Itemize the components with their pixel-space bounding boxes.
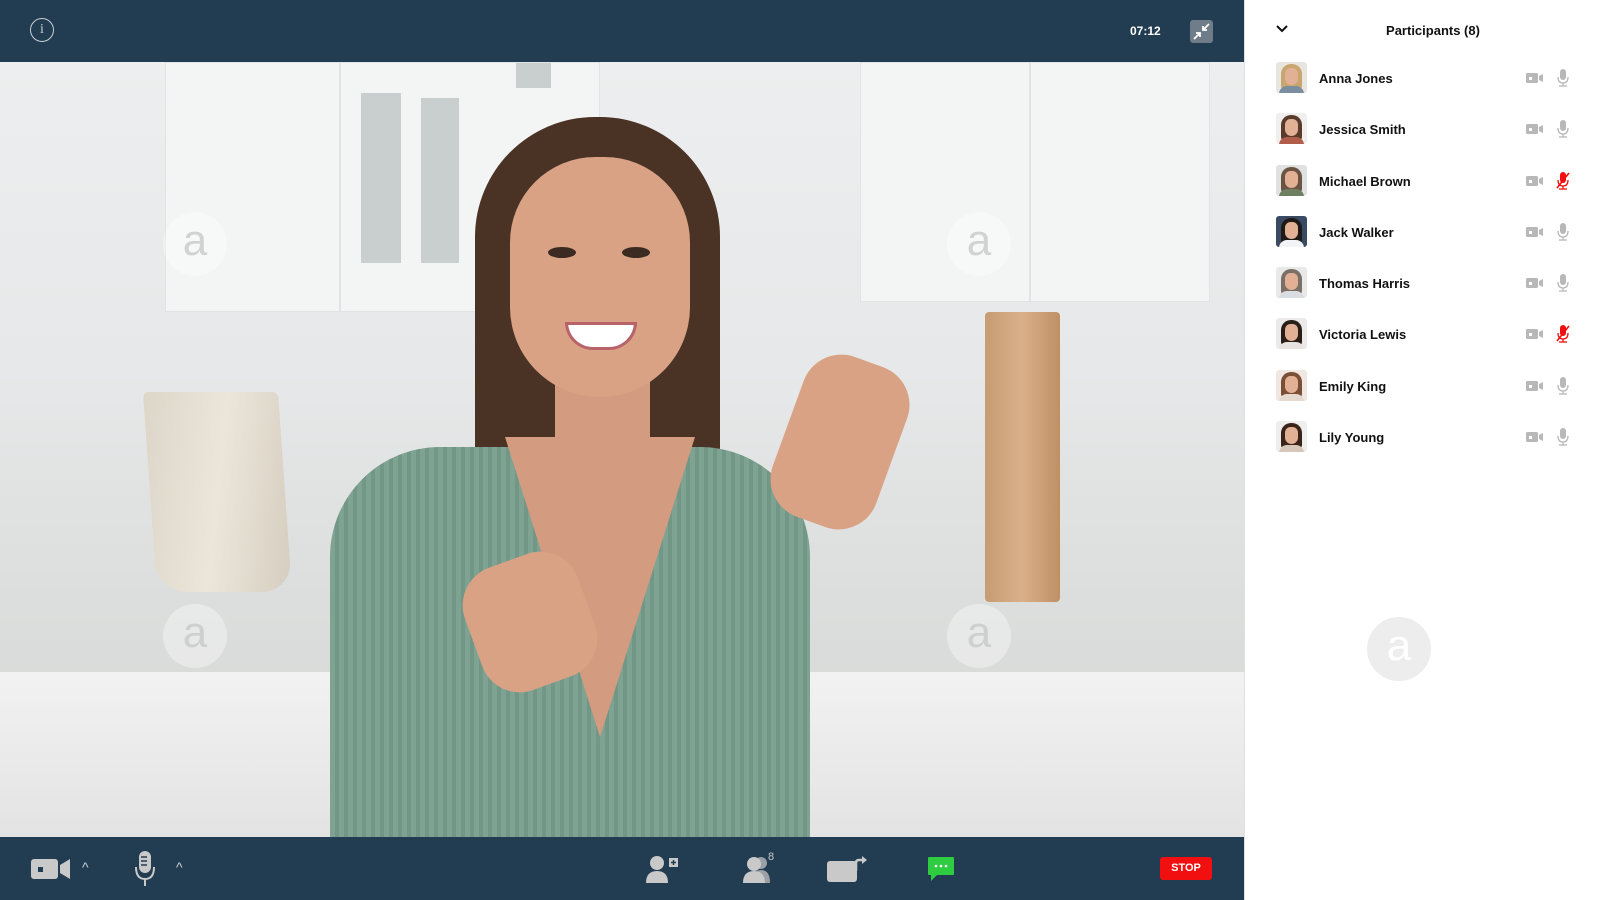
main-video-area: i 07:12 a a a a ^ ^ 8 STOP — [0, 0, 1244, 900]
participant-avatar — [1276, 267, 1307, 299]
bottom-toolbar: ^ ^ 8 STOP — [0, 837, 1244, 900]
participant-microphone-icon[interactable] — [1556, 68, 1570, 87]
participant-name: Anna Jones — [1319, 71, 1393, 86]
participant-name: Jessica Smith — [1319, 122, 1406, 138]
microphone-muted-icon[interactable] — [1556, 171, 1570, 190]
participant-camera-icon[interactable] — [1526, 277, 1544, 289]
participant-avatar — [1276, 62, 1307, 93]
chat-icon — [928, 857, 954, 881]
participant-avatar — [1276, 215, 1307, 247]
participant-camera-icon[interactable] — [1526, 328, 1544, 340]
participant-microphone-icon[interactable] — [1556, 119, 1570, 138]
watermark-logo: a — [163, 212, 227, 276]
share-screen-button[interactable] — [826, 855, 868, 883]
participants-panel-title: Participants (8) — [1386, 23, 1480, 38]
info-icon[interactable]: i — [30, 18, 54, 42]
participant-row[interactable]: Anna Jones — [1245, 58, 1600, 109]
participant-camera-icon[interactable] — [1526, 123, 1544, 135]
invite-participant-button[interactable] — [645, 855, 679, 883]
participants-count-badge: 8 — [768, 851, 775, 863]
microphone-muted-icon[interactable] — [1556, 324, 1570, 344]
camera-toggle-button[interactable] — [30, 855, 72, 883]
microphone-options-caret[interactable]: ^ — [176, 859, 183, 875]
microphone-toggle-button[interactable] — [134, 849, 156, 887]
participant-avatar — [1276, 113, 1307, 145]
participant-microphone-icon[interactable] — [1556, 376, 1570, 395]
cutting-board — [985, 312, 1060, 602]
participant-camera-icon[interactable] — [1526, 175, 1544, 187]
add-participant-icon — [646, 856, 678, 883]
stop-button[interactable]: STOP — [1160, 857, 1212, 880]
participant-name: Jack Walker — [1319, 224, 1394, 240]
share-screen-icon — [827, 856, 867, 882]
participants-panel: Participants (8) Anna Jones Jessica Smith… — [1244, 0, 1600, 900]
camera-options-caret[interactable]: ^ — [82, 859, 89, 875]
participant-camera-icon[interactable] — [1526, 226, 1544, 238]
participant-camera-icon[interactable] — [1526, 380, 1544, 392]
participant-camera-icon[interactable] — [1526, 72, 1544, 84]
participant-avatar — [1276, 318, 1307, 350]
participant-microphone-icon[interactable] — [1556, 222, 1570, 241]
participant-avatar — [1276, 164, 1307, 196]
speaker-person — [330, 117, 930, 837]
exit-fullscreen-button[interactable] — [1190, 20, 1213, 43]
watermark-logo: a — [163, 604, 227, 668]
participant-avatar — [1276, 369, 1307, 401]
watermark-logo: a — [1367, 617, 1431, 681]
towel — [143, 392, 292, 592]
participant-name: Michael Brown — [1319, 173, 1411, 189]
watermark-logo: a — [947, 212, 1011, 276]
participant-row[interactable]: Lily Young — [1245, 417, 1600, 468]
exit-fullscreen-icon — [1193, 23, 1210, 40]
participant-camera-icon[interactable] — [1526, 431, 1544, 443]
chat-button[interactable] — [927, 856, 955, 882]
speaker-video: a a a a — [0, 62, 1244, 837]
participant-name: Emily King — [1319, 378, 1387, 394]
participant-microphone-icon[interactable] — [1556, 273, 1570, 292]
participant-row[interactable]: Thomas Harris — [1245, 263, 1600, 314]
participant-microphone-icon[interactable] — [1556, 427, 1570, 446]
participant-name: Lily Young — [1319, 430, 1385, 446]
participant-row[interactable]: Jack Walker — [1245, 212, 1600, 263]
watermark-logo: a — [947, 604, 1011, 668]
participant-avatar — [1276, 421, 1307, 453]
participants-button[interactable]: 8 — [738, 851, 778, 883]
top-bar: i 07:12 — [0, 0, 1244, 62]
participants-list: Anna Jones Jessica Smith Michael Brown Jack… — [1245, 58, 1600, 468]
participant-row[interactable]: Emily King — [1245, 366, 1600, 417]
video-camera-icon — [31, 859, 70, 879]
participant-row[interactable]: Jessica Smith — [1245, 109, 1600, 160]
video-call-app: i 07:12 a a a a ^ ^ 8 STOP Participants … — [0, 0, 1600, 900]
participant-row[interactable]: Victoria Lewis — [1245, 314, 1600, 365]
call-timer: 07:12 — [1130, 24, 1161, 38]
participant-name: Victoria Lewis — [1319, 327, 1407, 343]
background-cabinet — [1030, 62, 1210, 302]
participants-panel-header: Participants (8) — [1245, 18, 1600, 44]
participant-row[interactable]: Michael Brown — [1245, 161, 1600, 212]
participant-name: Thomas Harris — [1319, 276, 1411, 292]
microphone-icon — [135, 851, 155, 886]
